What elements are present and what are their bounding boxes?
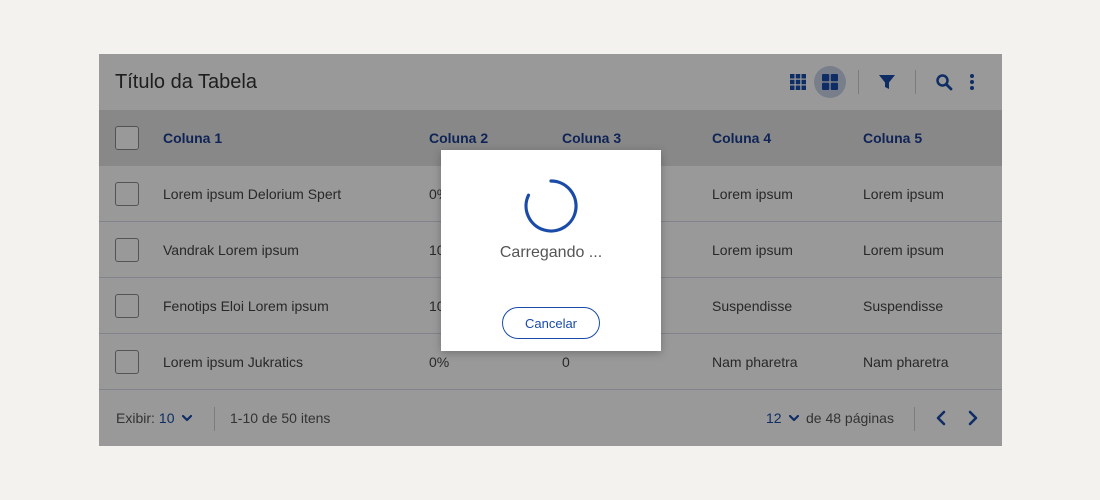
loading-dialog: Carregando ... Cancelar	[441, 150, 661, 351]
cancel-button[interactable]: Cancelar	[502, 307, 600, 339]
loading-spinner-icon	[524, 179, 578, 233]
loading-message: Carregando ...	[499, 244, 603, 261]
